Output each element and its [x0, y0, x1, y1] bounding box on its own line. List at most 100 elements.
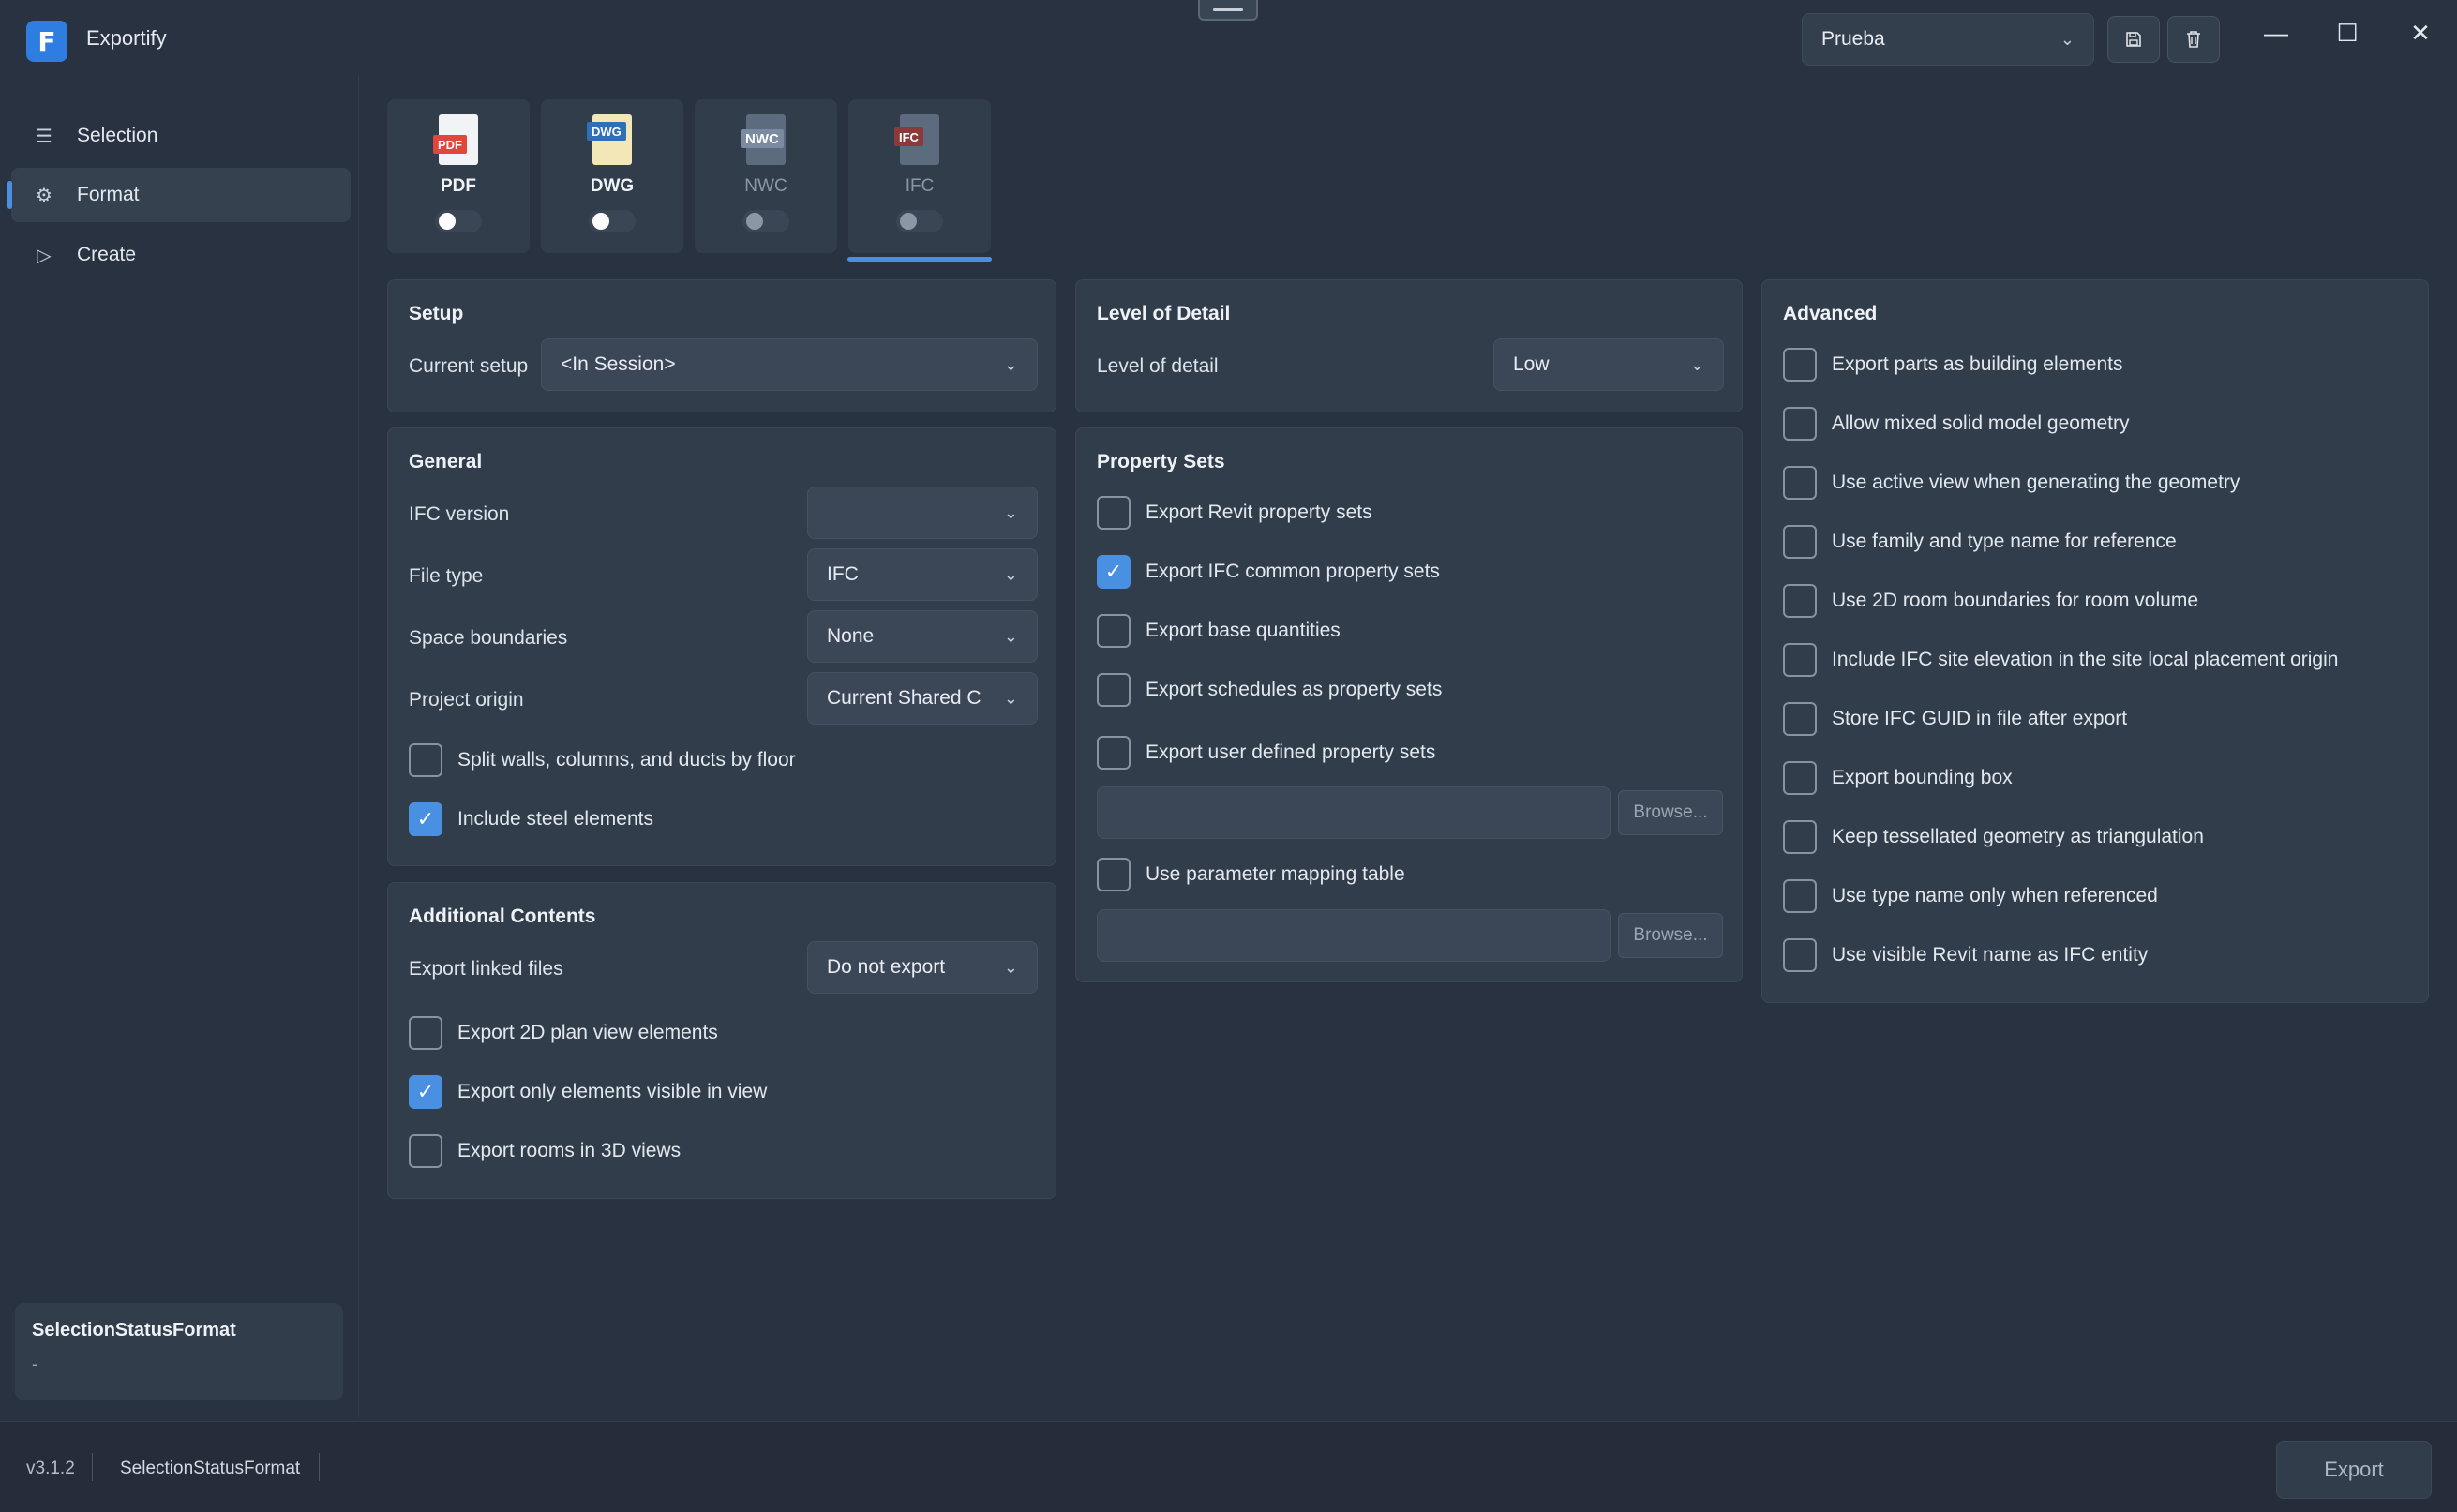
drag-handle[interactable]	[1198, 0, 1258, 21]
checkbox-box[interactable]	[1783, 643, 1817, 677]
sidebar-item-format[interactable]: ⚙ Format	[7, 168, 351, 222]
divider	[92, 1453, 93, 1481]
checkbox-label: Use active view when generating the geom…	[1832, 472, 2240, 493]
checkbox-box[interactable]	[1783, 348, 1817, 382]
nwc-toggle[interactable]	[742, 210, 789, 232]
advanced-option[interactable]: Use visible Revit name as IFC entity	[1783, 938, 2148, 972]
space-boundaries-select[interactable]: None ⌄	[807, 610, 1038, 663]
linked-files-label: Export linked files	[409, 958, 563, 980]
checkbox-box[interactable]	[1783, 702, 1817, 736]
checkbox-label: Export only elements visible in view	[457, 1081, 768, 1102]
checkbox-label: Use 2D room boundaries for room volume	[1832, 590, 2199, 611]
advanced-option[interactable]: Export parts as building elements	[1783, 348, 2123, 382]
checkbox-box[interactable]	[1097, 614, 1131, 648]
sidebar-item-create[interactable]: ▷ Create	[11, 228, 351, 282]
sidebar-item-label: Format	[77, 184, 140, 205]
format-tab-pdf[interactable]: PDF PDF	[387, 99, 530, 253]
checkbox-box[interactable]	[1783, 525, 1817, 559]
advanced-option[interactable]: Use active view when generating the geom…	[1783, 466, 2240, 500]
dwg-icon: DWG	[587, 114, 637, 167]
linked-files-value: Do not export	[827, 956, 946, 978]
rooms-3d-checkbox[interactable]: Export rooms in 3D views	[409, 1134, 681, 1168]
user-defined-checkbox[interactable]: Export user defined property sets	[1097, 736, 1435, 770]
property-sets-title: Property Sets	[1097, 451, 1225, 472]
base-quantities-checkbox[interactable]: Export base quantities	[1097, 614, 1341, 648]
checkbox-box[interactable]	[1097, 496, 1131, 530]
advanced-option[interactable]: Use type name only when referenced	[1783, 879, 2158, 913]
dwg-toggle[interactable]	[589, 210, 636, 232]
advanced-option[interactable]: Store IFC GUID in file after export	[1783, 702, 2127, 736]
profile-select[interactable]: Prueba ⌄	[1802, 13, 2094, 66]
advanced-option[interactable]: Export bounding box	[1783, 761, 2013, 795]
advanced-option[interactable]: Use 2D room boundaries for room volume	[1783, 584, 2198, 618]
additional-title: Additional Contents	[409, 906, 596, 927]
checkbox-box[interactable]	[1783, 761, 1817, 795]
file-type-select[interactable]: IFC ⌄	[807, 548, 1038, 601]
visible-only-checkbox[interactable]: ✓ Export only elements visible in view	[409, 1075, 767, 1109]
project-origin-select[interactable]: Current Shared C ⌄	[807, 672, 1038, 725]
advanced-option[interactable]: Allow mixed solid model geometry	[1783, 407, 2129, 441]
checkmark-icon[interactable]: ✓	[409, 802, 442, 836]
format-tab-nwc[interactable]: NWC NWC	[695, 99, 837, 253]
current-setup-value: <In Session>	[561, 353, 676, 375]
checkbox-box[interactable]	[1783, 407, 1817, 441]
checkbox-label: Use visible Revit name as IFC entity	[1832, 944, 2149, 966]
checkbox-label: Use parameter mapping table	[1146, 863, 1405, 885]
advanced-option[interactable]: Include IFC site elevation in the site l…	[1783, 643, 2338, 677]
revit-psets-checkbox[interactable]: Export Revit property sets	[1097, 496, 1372, 530]
advanced-option[interactable]: Use family and type name for reference	[1783, 525, 2177, 559]
checkbox-box[interactable]	[1097, 673, 1131, 707]
include-steel-checkbox[interactable]: ✓ Include steel elements	[409, 802, 653, 836]
checkbox-box[interactable]	[409, 1134, 442, 1168]
maximize-icon: ☐	[2336, 18, 2359, 47]
pdf-icon: PDF	[433, 114, 484, 167]
lod-select[interactable]: Low ⌄	[1493, 338, 1724, 391]
schedules-checkbox[interactable]: Export schedules as property sets	[1097, 673, 1442, 707]
checkmark-icon[interactable]: ✓	[409, 1075, 442, 1109]
divider	[319, 1453, 320, 1481]
status-card-value: -	[32, 1355, 37, 1373]
minimize-button[interactable]: —	[2248, 9, 2304, 56]
checkbox-box[interactable]	[1783, 820, 1817, 854]
user-defined-path-input[interactable]	[1097, 786, 1611, 839]
plan-view-checkbox[interactable]: Export 2D plan view elements	[409, 1016, 718, 1050]
format-tab-dwg[interactable]: DWG DWG	[541, 99, 683, 253]
checkbox-label: Keep tessellated geometry as triangulati…	[1832, 826, 2204, 847]
param-mapping-checkbox[interactable]: Use parameter mapping table	[1097, 858, 1405, 891]
checkbox-box[interactable]	[1097, 858, 1131, 891]
checkbox-label: Store IFC GUID in file after export	[1832, 708, 2128, 729]
checkbox-box[interactable]	[1783, 938, 1817, 972]
checkbox-box[interactable]	[1783, 584, 1817, 618]
param-mapping-path-input[interactable]	[1097, 909, 1611, 962]
format-tab-ifc[interactable]: IFC IFC	[848, 99, 991, 253]
close-button[interactable]: ✕	[2392, 9, 2449, 56]
checkbox-box[interactable]	[1783, 466, 1817, 500]
ifc-common-psets-checkbox[interactable]: ✓ Export IFC common property sets	[1097, 555, 1440, 589]
ifc-icon: IFC	[894, 114, 945, 167]
checkbox-box[interactable]	[1783, 879, 1817, 913]
checkbox-label: Allow mixed solid model geometry	[1832, 412, 2130, 434]
pdf-toggle[interactable]	[435, 210, 482, 232]
status-card-title: SelectionStatusFormat	[32, 1320, 236, 1340]
current-setup-select[interactable]: <In Session> ⌄	[541, 338, 1038, 391]
split-walls-checkbox[interactable]: Split walls, columns, and ducts by floor	[409, 743, 796, 777]
linked-files-select[interactable]: Do not export ⌄	[807, 941, 1038, 994]
checkbox-box[interactable]	[409, 743, 442, 777]
setup-title: Setup	[409, 303, 464, 324]
browse-button-param-mapping[interactable]: Browse...	[1618, 913, 1723, 958]
chevron-down-icon: ⌄	[1003, 502, 1018, 522]
ifc-toggle[interactable]	[896, 210, 943, 232]
save-profile-button[interactable]	[2107, 16, 2160, 63]
property-sets-panel: Property Sets Export Revit property sets…	[1075, 427, 1743, 982]
advanced-option[interactable]: Keep tessellated geometry as triangulati…	[1783, 820, 2204, 854]
browse-button-user-defined[interactable]: Browse...	[1618, 790, 1723, 835]
ifc-version-select[interactable]: ⌄	[807, 487, 1038, 539]
maximize-button[interactable]: ☐	[2319, 9, 2375, 56]
checkmark-icon[interactable]: ✓	[1097, 555, 1131, 589]
general-title: General	[409, 451, 483, 472]
export-button[interactable]: Export	[2276, 1441, 2432, 1499]
checkbox-box[interactable]	[409, 1016, 442, 1050]
sidebar-item-selection[interactable]: ☰ Selection	[11, 109, 351, 163]
delete-profile-button[interactable]	[2167, 16, 2220, 63]
checkbox-box[interactable]	[1097, 736, 1131, 770]
